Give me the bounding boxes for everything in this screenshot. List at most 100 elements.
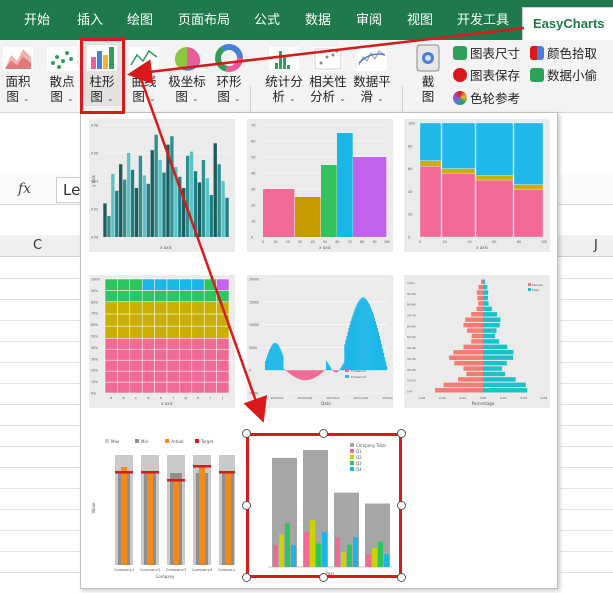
x-tick-label: g: [184, 396, 186, 400]
x-tick-label: 100: [384, 240, 390, 244]
color-wheel-button[interactable]: 色轮参考: [453, 89, 520, 109]
tab-view[interactable]: 视图: [407, 10, 433, 32]
cell: [141, 325, 155, 339]
chart-save-button[interactable]: 图表保存: [453, 66, 520, 86]
chart-save-label: 图表保存: [470, 68, 521, 83]
bar-female: [481, 279, 483, 284]
cell: [141, 313, 155, 327]
tab-easycharts[interactable]: EasyCharts: [522, 7, 613, 40]
area-chart-button[interactable]: 面积 图 ⌄: [0, 40, 36, 106]
cell: [203, 381, 217, 394]
polar-chart-button[interactable]: 极坐标 图 ⌄: [165, 40, 209, 106]
tab-formulas[interactable]: 公式: [254, 10, 280, 32]
cell: [141, 381, 155, 394]
column-header-c[interactable]: C: [33, 238, 42, 253]
cell: [129, 325, 143, 339]
tab-data[interactable]: 数据: [305, 10, 331, 32]
chart-thumb-stacked-percent[interactable]: a b c d e f g h i j 0% 10% 20% 30% 40% 50% 60% 70% 80% 90% 1…: [89, 275, 235, 408]
y-tick-label: 0%: [91, 392, 96, 396]
tab-insert[interactable]: 插入: [77, 10, 103, 32]
segment: [475, 122, 514, 176]
fx-icon[interactable]: fx: [18, 181, 31, 197]
x-tick-label: 0.02: [459, 396, 466, 400]
resize-handle[interactable]: [242, 573, 251, 582]
bar: [111, 174, 115, 237]
x-tick-label: 1972/7/1: [382, 396, 393, 400]
y-tick-label: 0-4: [407, 390, 412, 394]
segment: [419, 160, 442, 167]
sheet-gridline: [560, 278, 613, 279]
tab-review[interactable]: 审阅: [356, 10, 382, 32]
legend-label: Threshold: [350, 369, 366, 373]
scatter-chart-button[interactable]: 散点 图 ⌄: [44, 40, 80, 106]
resize-handle[interactable]: [319, 573, 328, 582]
x-tick-label: 90: [373, 240, 377, 244]
chart-thumb-simple-bar[interactable]: 0 10 20 30 40 50 60 70 0 10 20 30 40 50 60 70 80 90 100 x a…: [247, 119, 393, 252]
tick-label: 50: [251, 156, 255, 160]
resize-handle[interactable]: [397, 429, 406, 438]
bar: [201, 160, 206, 237]
resize-handle[interactable]: [397, 573, 406, 582]
x-tick-label: i: [210, 396, 211, 400]
x-tick-label: 70: [348, 240, 352, 244]
bar-female: [471, 339, 483, 344]
cell: [166, 348, 180, 361]
sheet-gridline: [560, 299, 613, 300]
chart-thumb-bullet[interactable]: Max Min Actual Target Company1 Company2 Compan…: [89, 433, 235, 583]
y-tick-label: 30%: [91, 357, 98, 361]
bar-female: [463, 322, 483, 328]
actual-bar: [225, 473, 231, 565]
x-tick-label: 30: [298, 240, 302, 244]
y-axis-label: y axis: [91, 175, 96, 187]
x-tick-label: 10: [273, 240, 277, 244]
bar-male: [483, 377, 516, 382]
tab-page-layout[interactable]: 页面布局: [178, 10, 230, 32]
column-header-j[interactable]: J: [594, 238, 598, 253]
bar-male: [483, 355, 514, 360]
resize-handle[interactable]: [242, 501, 251, 510]
bar-male: [483, 312, 497, 317]
cell: [117, 301, 131, 315]
cell: [166, 338, 180, 350]
resize-handle[interactable]: [319, 429, 328, 438]
y-tick-label: 70%: [91, 312, 98, 316]
cell: [104, 370, 118, 383]
x-tick-label: 0.02: [500, 396, 507, 400]
chart-gallery-dropdown: 0.00 0.02 0.04 0.06 0.08 x axis y axis 0 10 20 30…: [80, 112, 558, 589]
cell: [166, 325, 180, 339]
data-thief-button[interactable]: 数据小偷: [530, 66, 597, 86]
data-smoothing-button[interactable]: 数据平 滑 ⌄: [350, 40, 394, 106]
cell: [104, 325, 118, 339]
stats-analysis-button[interactable]: 统计分 析 ⌄: [264, 40, 304, 106]
chart-size-button[interactable]: 图表尺寸: [453, 44, 520, 64]
tab-developer[interactable]: 开发工具: [457, 10, 509, 32]
y-axis-label: Value: [91, 502, 96, 514]
chart-thumb-marimekko[interactable]: 0 0 20 20 40 40 60 60 80 80 100 100 x axis: [404, 119, 550, 252]
tab-home[interactable]: 开始: [24, 10, 50, 32]
y-tick-label: 10-14: [407, 379, 416, 383]
color-pick-label: 颜色拾取: [547, 46, 598, 61]
bar: [321, 165, 337, 237]
correlation-icon: [311, 43, 345, 73]
resize-handle[interactable]: [242, 429, 251, 438]
tab-draw[interactable]: 绘图: [127, 10, 153, 32]
cell: [117, 348, 131, 361]
resize-handle[interactable]: [397, 501, 406, 510]
segment: [441, 173, 476, 238]
color-wheel-label: 色轮参考: [470, 91, 521, 106]
cell: [191, 325, 205, 339]
curve-chart-button[interactable]: 曲线 图 ⌄: [126, 40, 162, 106]
chart-thumb-threshold-area[interactable]: -5000 0 5000 10000 15000 20000 1970/3/1 1970/10…: [247, 275, 393, 408]
cell: [179, 359, 193, 372]
target-marker: [167, 479, 185, 482]
color-pick-button[interactable]: 颜色拾取: [530, 44, 597, 64]
bar: [213, 143, 217, 237]
ring-chart-button[interactable]: 环形 图 ⌄: [212, 40, 246, 106]
x-axis-label: x axis: [161, 401, 173, 406]
cell: [179, 370, 193, 383]
chart-thumb-histogram[interactable]: 0.00 0.02 0.04 0.06 0.08 x axis y axis: [89, 119, 235, 252]
screenshot-button[interactable]: 截 图: [410, 40, 446, 104]
correlation-button[interactable]: 相关性 分析 ⌄: [306, 40, 350, 106]
chart-thumb-population-pyramid[interactable]: 0-4 10-14 20-24 30-34 40-44 50-54 60-64 70-74 80…: [404, 275, 550, 408]
y-tick-label: 80-84: [407, 303, 416, 307]
